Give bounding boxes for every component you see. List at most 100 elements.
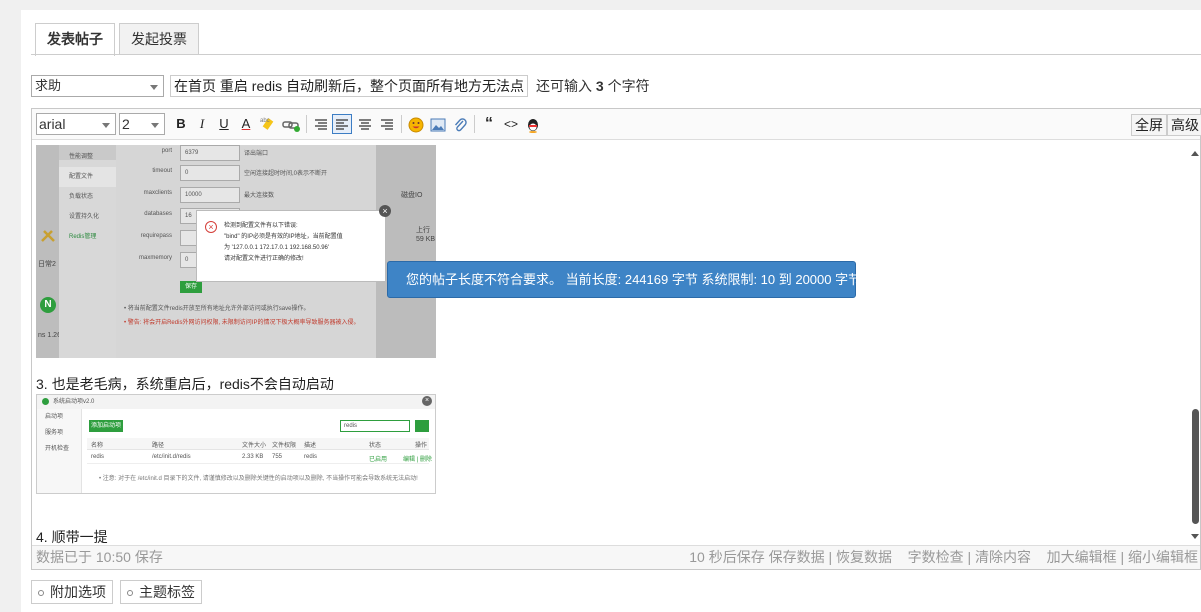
screenshot-left-panel [36, 145, 59, 358]
quote-icon[interactable]: “ [479, 114, 499, 134]
subject-input[interactable]: 在首页 重启 redis 自动刷新后，整个页面所有地方无法点 [170, 75, 529, 97]
rich-text-editor: arial 2 B I U A abc “ <> 全屏 高级 日常2 ns 1.… [31, 108, 1201, 570]
bullet-icon [38, 590, 44, 597]
error-icon: × [205, 221, 217, 233]
editor-toolbar: arial 2 B I U A abc “ <> 全屏 高级 [32, 109, 1201, 140]
config-note: 最大连接数 [244, 193, 275, 199]
shrink-editor-link[interactable]: 缩小编辑框 [1128, 549, 1198, 565]
remaining-prefix: 还可输入 [536, 78, 596, 94]
table-cell: 已启用 [369, 457, 388, 463]
table-header-cell: 名称 [91, 443, 104, 449]
search-icon [415, 420, 429, 432]
attachment-icon[interactable] [450, 114, 470, 134]
screenshot2-side-item: 开机检查 [45, 446, 70, 452]
font-family-value: arial [39, 116, 66, 132]
word-check-link[interactable]: 字数检查 [908, 549, 964, 565]
table-header-cell: 文件大小 [242, 443, 267, 449]
config-note: 空闲连接超时时间,0表示不断开 [244, 171, 328, 177]
table-header-cell: 路径 [152, 443, 165, 449]
dialog-line: 检测到配置文件有以下错误: [224, 223, 298, 229]
screenshot2-sidebar: 启动项 服务项 开机检查 [37, 409, 82, 493]
remaining-chars: 还可输入 3 个字符 [536, 76, 650, 96]
close-icon: × [379, 205, 391, 217]
nginx-icon: N [40, 297, 56, 313]
remaining-count: 3 [595, 78, 604, 94]
highlight-icon[interactable]: abc [258, 114, 278, 134]
title-row: 求助 在首页 重启 redis 自动刷新后，整个页面所有地方无法点 还可输入 3… [31, 75, 650, 97]
clear-content-link[interactable]: 清除内容 [975, 549, 1031, 565]
table-cell: /etc/init.d/redis [152, 454, 191, 460]
screenshot-menu-item: 设置持久化 [69, 214, 100, 220]
align-left-icon[interactable] [311, 114, 331, 134]
save-data-link[interactable]: 保存数据 [769, 549, 825, 565]
config-value: 6379 [180, 145, 240, 161]
config-value: 0 [180, 165, 240, 181]
category-select[interactable]: 求助 [31, 75, 164, 97]
link-icon[interactable] [281, 114, 301, 134]
scroll-thumb[interactable] [1192, 409, 1199, 524]
screenshot-error-dialog: × 检测到配置文件有以下错误: "bind" 的IP必须是有效的IP地址，当前配… [196, 205, 391, 282]
chevron-down-icon [150, 85, 158, 90]
svg-text:abc: abc [260, 118, 270, 124]
autosave-countdown: 10 秒后保存 [689, 549, 765, 565]
underline-icon[interactable]: U [214, 114, 234, 134]
embedded-screenshot-startup[interactable]: 系统启动项v2.0 × 启动项 服务项 开机检查 添加启动项 redis 名称 … [36, 394, 436, 494]
screenshot-menu-item: Redis管理 [69, 234, 97, 240]
align-center-icon[interactable] [332, 114, 352, 134]
paragraph-3: 3. 也是老毛病，系统重启后，redis不会自动启动 [36, 376, 334, 392]
dialog-text: 检测到配置文件有以下错误: "bind" 的IP必须是有效的IP地址，当前配置值… [224, 221, 343, 265]
enlarge-editor-link[interactable]: 加大编辑框 [1047, 549, 1117, 565]
screenshot-warning: • 警告: 将会开启Redis外网访问权限, 未限制访问IP的情况下极大概率导致… [124, 320, 360, 326]
italic-icon[interactable]: I [192, 114, 212, 134]
align-justify-icon[interactable] [377, 114, 397, 134]
restore-data-link[interactable]: 恢复数据 [836, 549, 892, 565]
advanced-button[interactable]: 高级 [1167, 114, 1201, 136]
code-icon[interactable]: <> [501, 114, 521, 134]
post-form: 发表帖子 发起投票 求助 在首页 重启 redis 自动刷新后，整个页面所有地方… [21, 10, 1201, 612]
bullet-icon [127, 590, 133, 597]
font-size-select[interactable]: 2 [119, 113, 165, 135]
screenshot2-footer-note: • 注意: 对于在 /etc/init.d 目录下的文件, 请谨慎修改以及删除关… [99, 476, 418, 482]
config-label: requirepass [140, 233, 172, 239]
table-cell: redis [304, 454, 318, 460]
paragraph-4: 4. 顺带一提 [36, 529, 108, 545]
font-family-select[interactable]: arial [36, 113, 116, 135]
length-error-toast: 您的帖子长度不符合要求。 当前长度: 244169 字节 系统限制: 10 到 … [387, 261, 861, 298]
font-color-icon[interactable]: A [236, 114, 256, 134]
highlight-icon: abc [260, 118, 274, 130]
table-header-cell: 状态 [369, 443, 382, 449]
tab-new-post[interactable]: 发表帖子 [35, 23, 115, 56]
table-cell: 2.33 KB [242, 454, 264, 460]
screenshot2-search: redis [340, 420, 410, 432]
table-header-cell: 操作 [415, 443, 428, 449]
embedded-screenshot-redis-config[interactable]: 日常2 ns 1.26. N 性能调整 配置文件 负载状态 设置持久化 Redi… [36, 145, 436, 358]
dialog-line: "bind" 的IP必须是有效的IP地址，当前配置值 [224, 234, 343, 240]
dialog-line: 为 '127.0.0.1 172.17.0.1 192.168.50.96' [224, 245, 330, 251]
bold-icon[interactable]: B [171, 114, 191, 134]
config-label: maxmemory [138, 255, 172, 261]
qq-icon[interactable] [523, 114, 543, 134]
tab-new-poll[interactable]: 发起投票 [119, 23, 199, 55]
screenshot2-side-item: 启动项 [45, 414, 64, 420]
screenshot2-header: 系统启动项v2.0 × [37, 395, 435, 409]
screenshot-right-label: 59 KB [416, 236, 436, 243]
tools-icon [41, 230, 55, 242]
fullscreen-button[interactable]: 全屏 [1131, 114, 1167, 136]
scroll-down-icon[interactable] [1191, 534, 1199, 539]
table-cell: 编辑 | 删除 [403, 457, 432, 463]
extra-options-button[interactable]: 附加选项 [31, 580, 113, 604]
category-value: 求助 [35, 78, 62, 93]
align-right-icon[interactable] [355, 114, 375, 134]
image-icon[interactable] [428, 114, 448, 134]
screenshot-menu-item: 配置文件 [59, 167, 116, 187]
editor-scrollbar[interactable] [1190, 141, 1200, 545]
scroll-up-icon[interactable] [1191, 151, 1199, 156]
toolbar-divider [474, 115, 475, 133]
screenshot2-add-button: 添加启动项 [89, 420, 123, 432]
smiley-icon[interactable] [406, 114, 426, 134]
config-value: 10000 [180, 187, 240, 203]
topic-tags-button[interactable]: 主题标签 [120, 580, 202, 604]
screenshot-right-label: 磁盘IO [401, 192, 423, 199]
editor-content[interactable]: 日常2 ns 1.26. N 性能调整 配置文件 负载状态 设置持久化 Redi… [32, 141, 1200, 545]
font-size-value: 2 [122, 116, 130, 132]
